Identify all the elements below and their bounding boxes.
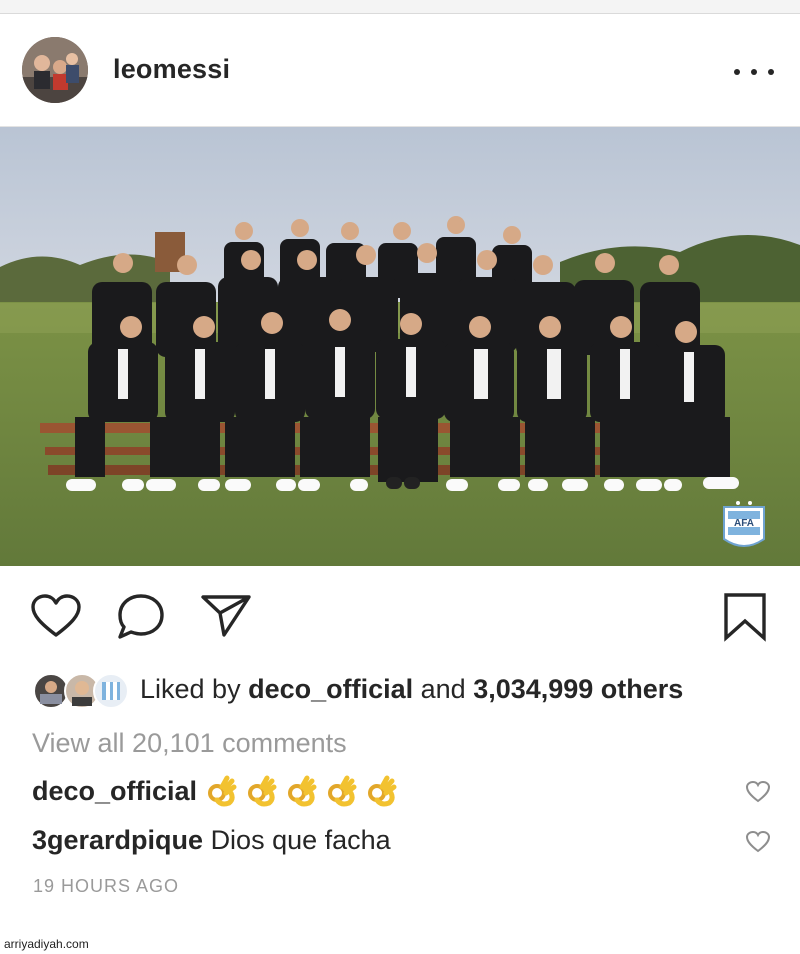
liked-by-prefix: Liked by <box>140 674 249 704</box>
likes-row: Liked by deco_official and 3,034,999 oth… <box>0 668 800 712</box>
comment-like-icon[interactable] <box>745 780 771 804</box>
post-timestamp: 19 HOURS AGO <box>33 876 180 896</box>
bookmark-icon[interactable] <box>723 592 767 642</box>
ok-hand-icon <box>208 775 237 807</box>
site-watermark: arriyadiyah.com <box>4 937 89 951</box>
comment-text: Dios que facha <box>210 825 391 855</box>
ok-hand-icon <box>328 775 357 807</box>
comment-like-icon[interactable] <box>745 830 771 854</box>
heart-icon[interactable] <box>30 593 82 639</box>
ok-hand-icon <box>288 775 317 807</box>
comment-row: 3gerardpique Dios que facha <box>32 825 391 856</box>
liker-avatars[interactable] <box>32 672 132 710</box>
post-header: leomessi <box>0 14 800 127</box>
comment-username[interactable]: 3gerardpique <box>32 825 203 855</box>
liked-by-joiner: and <box>413 674 474 704</box>
profile-avatar[interactable] <box>22 37 88 103</box>
post-username[interactable]: leomessi <box>113 54 230 85</box>
ok-hand-icon <box>368 775 397 807</box>
svg-text:AFA: AFA <box>734 518 754 529</box>
ok-hand-emojis <box>207 775 397 807</box>
ok-hand-icon <box>248 775 277 807</box>
liked-by-text: Liked by deco_official and 3,034,999 oth… <box>140 674 683 705</box>
action-bar <box>0 566 800 666</box>
comment-row: deco_official <box>32 775 397 809</box>
post-photo[interactable]: AFA <box>0 127 800 566</box>
likes-count-link[interactable]: 3,034,999 others <box>473 674 683 704</box>
view-all-comments-link[interactable]: View all 20,101 comments <box>32 728 347 759</box>
status-strip <box>0 0 800 14</box>
comment-username[interactable]: deco_official <box>32 776 197 806</box>
share-icon[interactable] <box>200 593 252 639</box>
liker-username[interactable]: deco_official <box>248 674 413 704</box>
comment-icon[interactable] <box>116 593 166 641</box>
more-options-icon[interactable] <box>734 60 774 84</box>
